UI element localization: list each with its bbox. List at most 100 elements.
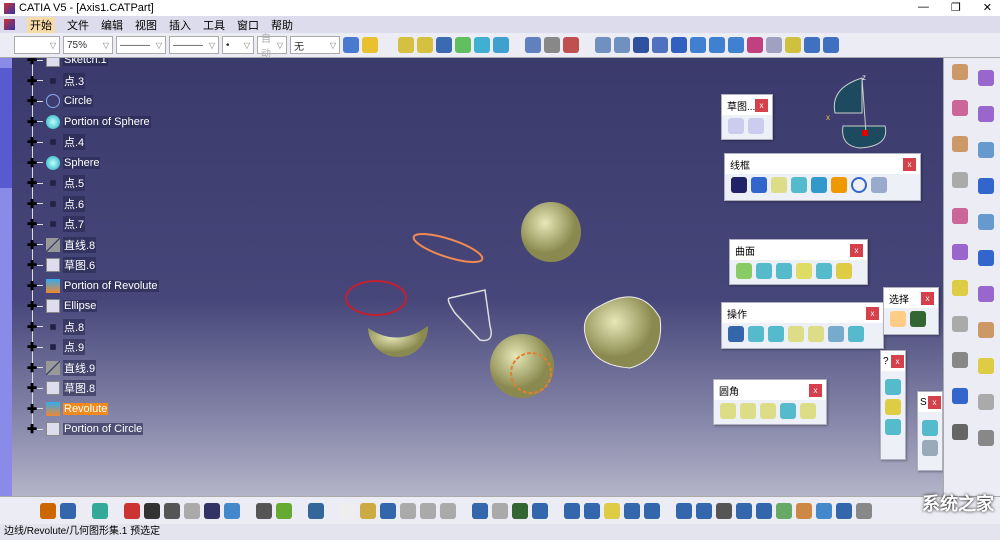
tool-icon[interactable]	[776, 502, 792, 519]
close-panel-button[interactable]: x	[903, 158, 916, 171]
tool-icon[interactable]	[474, 37, 490, 53]
fly-icon[interactable]	[595, 37, 611, 53]
tool-icon[interactable]	[796, 502, 812, 519]
edge-fillet-icon[interactable]	[720, 403, 736, 419]
tool-icon[interactable]	[417, 37, 433, 53]
tool-icon[interactable]	[785, 37, 801, 53]
sketch-icon[interactable]	[728, 118, 744, 134]
pan-icon[interactable]	[614, 37, 630, 53]
tool-icon[interactable]	[563, 37, 579, 53]
fillet-icon[interactable]	[788, 326, 804, 342]
tool-icon[interactable]	[823, 37, 839, 53]
tool-icon[interactable]	[564, 502, 580, 519]
tool-icon[interactable]	[184, 502, 200, 519]
tool-icon[interactable]	[60, 502, 76, 519]
tool-icon[interactable]	[952, 316, 968, 332]
tool-icon[interactable]	[532, 502, 548, 519]
plane-icon[interactable]	[771, 177, 787, 193]
layer-auto-select[interactable]: 自动 ▽	[257, 34, 287, 60]
tool-icon[interactable]	[493, 37, 509, 53]
tool-icon[interactable]	[380, 502, 396, 519]
translate-icon[interactable]	[808, 326, 824, 342]
close-panel-button[interactable]: x	[891, 355, 904, 368]
tool-icon[interactable]	[696, 502, 712, 519]
close-panel-button[interactable]: x	[921, 292, 934, 305]
tool-icon[interactable]	[885, 379, 901, 395]
point-style-select[interactable]: • ▽	[222, 36, 254, 54]
boundary-icon[interactable]	[768, 326, 784, 342]
tool-icon[interactable]	[308, 502, 324, 519]
apply-material-icon[interactable]	[362, 37, 378, 53]
menu-file[interactable]: 文件	[67, 17, 89, 33]
loft-icon[interactable]	[816, 263, 832, 279]
maximize-button[interactable]: ❐	[951, 1, 961, 14]
tool-icon[interactable]	[256, 502, 272, 519]
tool-icon[interactable]	[952, 280, 968, 296]
tool-icon[interactable]	[584, 502, 600, 519]
tool-icon[interactable]	[455, 37, 471, 53]
tool-icon[interactable]	[978, 214, 994, 230]
tool-icon[interactable]	[440, 502, 456, 519]
grid-icon[interactable]	[671, 37, 687, 53]
positioned-sketch-icon[interactable]	[748, 118, 764, 134]
face-fillet-icon[interactable]	[760, 403, 776, 419]
circle-icon[interactable]	[851, 177, 867, 193]
tool-icon[interactable]	[922, 440, 938, 456]
point-icon[interactable]	[731, 177, 747, 193]
close-panel-button[interactable]: x	[928, 396, 941, 409]
fill-icon[interactable]	[796, 263, 812, 279]
tool-icon[interactable]	[978, 322, 994, 338]
tool-icon[interactable]	[204, 502, 220, 519]
tool-icon[interactable]	[978, 358, 994, 374]
close-button[interactable]: ✕	[983, 1, 992, 14]
tool-icon[interactable]	[978, 178, 994, 194]
tool-icon[interactable]	[978, 142, 994, 158]
tool-icon[interactable]	[340, 502, 356, 519]
tool-icon[interactable]	[436, 37, 452, 53]
tool-icon[interactable]	[40, 502, 56, 519]
menu-insert[interactable]: 插入	[169, 17, 191, 33]
menu-window[interactable]: 窗口	[237, 17, 259, 33]
tool-icon[interactable]	[978, 394, 994, 410]
linetype-select[interactable]: ——— ▽	[116, 36, 166, 54]
trap-select-icon[interactable]	[910, 311, 926, 327]
helix-icon[interactable]	[831, 177, 847, 193]
join-icon[interactable]	[728, 326, 744, 342]
tool-icon[interactable]	[492, 502, 508, 519]
tool-icon[interactable]	[544, 37, 560, 53]
tool-icon[interactable]	[164, 502, 180, 519]
revolve-icon[interactable]	[756, 263, 772, 279]
color-select[interactable]: ▽	[14, 36, 60, 54]
tool-icon[interactable]	[652, 37, 668, 53]
sphere-icon[interactable]	[776, 263, 792, 279]
tool-icon[interactable]	[472, 502, 488, 519]
spline-icon[interactable]	[871, 177, 887, 193]
tool-icon[interactable]	[804, 37, 820, 53]
tool-icon[interactable]	[756, 502, 772, 519]
tool-icon[interactable]	[952, 136, 968, 152]
tool-icon[interactable]	[716, 502, 732, 519]
axis-icon[interactable]	[633, 37, 649, 53]
blend-icon[interactable]	[836, 263, 852, 279]
thickness-select[interactable]: ——— ▽	[169, 36, 219, 54]
tool-icon[interactable]	[952, 244, 968, 260]
minimize-button[interactable]: —	[918, 1, 929, 14]
layer-select[interactable]: 无 ▽	[290, 36, 340, 54]
menu-edit[interactable]: 编辑	[101, 17, 123, 33]
tool-icon[interactable]	[952, 352, 968, 368]
tool-icon[interactable]	[978, 250, 994, 266]
tool-icon[interactable]	[676, 502, 692, 519]
tool-icon[interactable]	[978, 430, 994, 446]
tool-icon[interactable]	[644, 502, 660, 519]
tool-icon[interactable]	[360, 502, 376, 519]
tritangent-fillet-icon[interactable]	[780, 403, 796, 419]
tool-icon[interactable]	[276, 502, 292, 519]
transparency-select[interactable]: 75% ▽	[63, 36, 113, 54]
tool-icon[interactable]	[952, 100, 968, 116]
select-arrow-icon[interactable]	[890, 311, 906, 327]
painter-icon[interactable]	[343, 37, 359, 53]
close-panel-button[interactable]: x	[809, 384, 822, 397]
tool-icon[interactable]	[398, 37, 414, 53]
tool-icon[interactable]	[856, 502, 872, 519]
tool-icon[interactable]	[224, 502, 240, 519]
